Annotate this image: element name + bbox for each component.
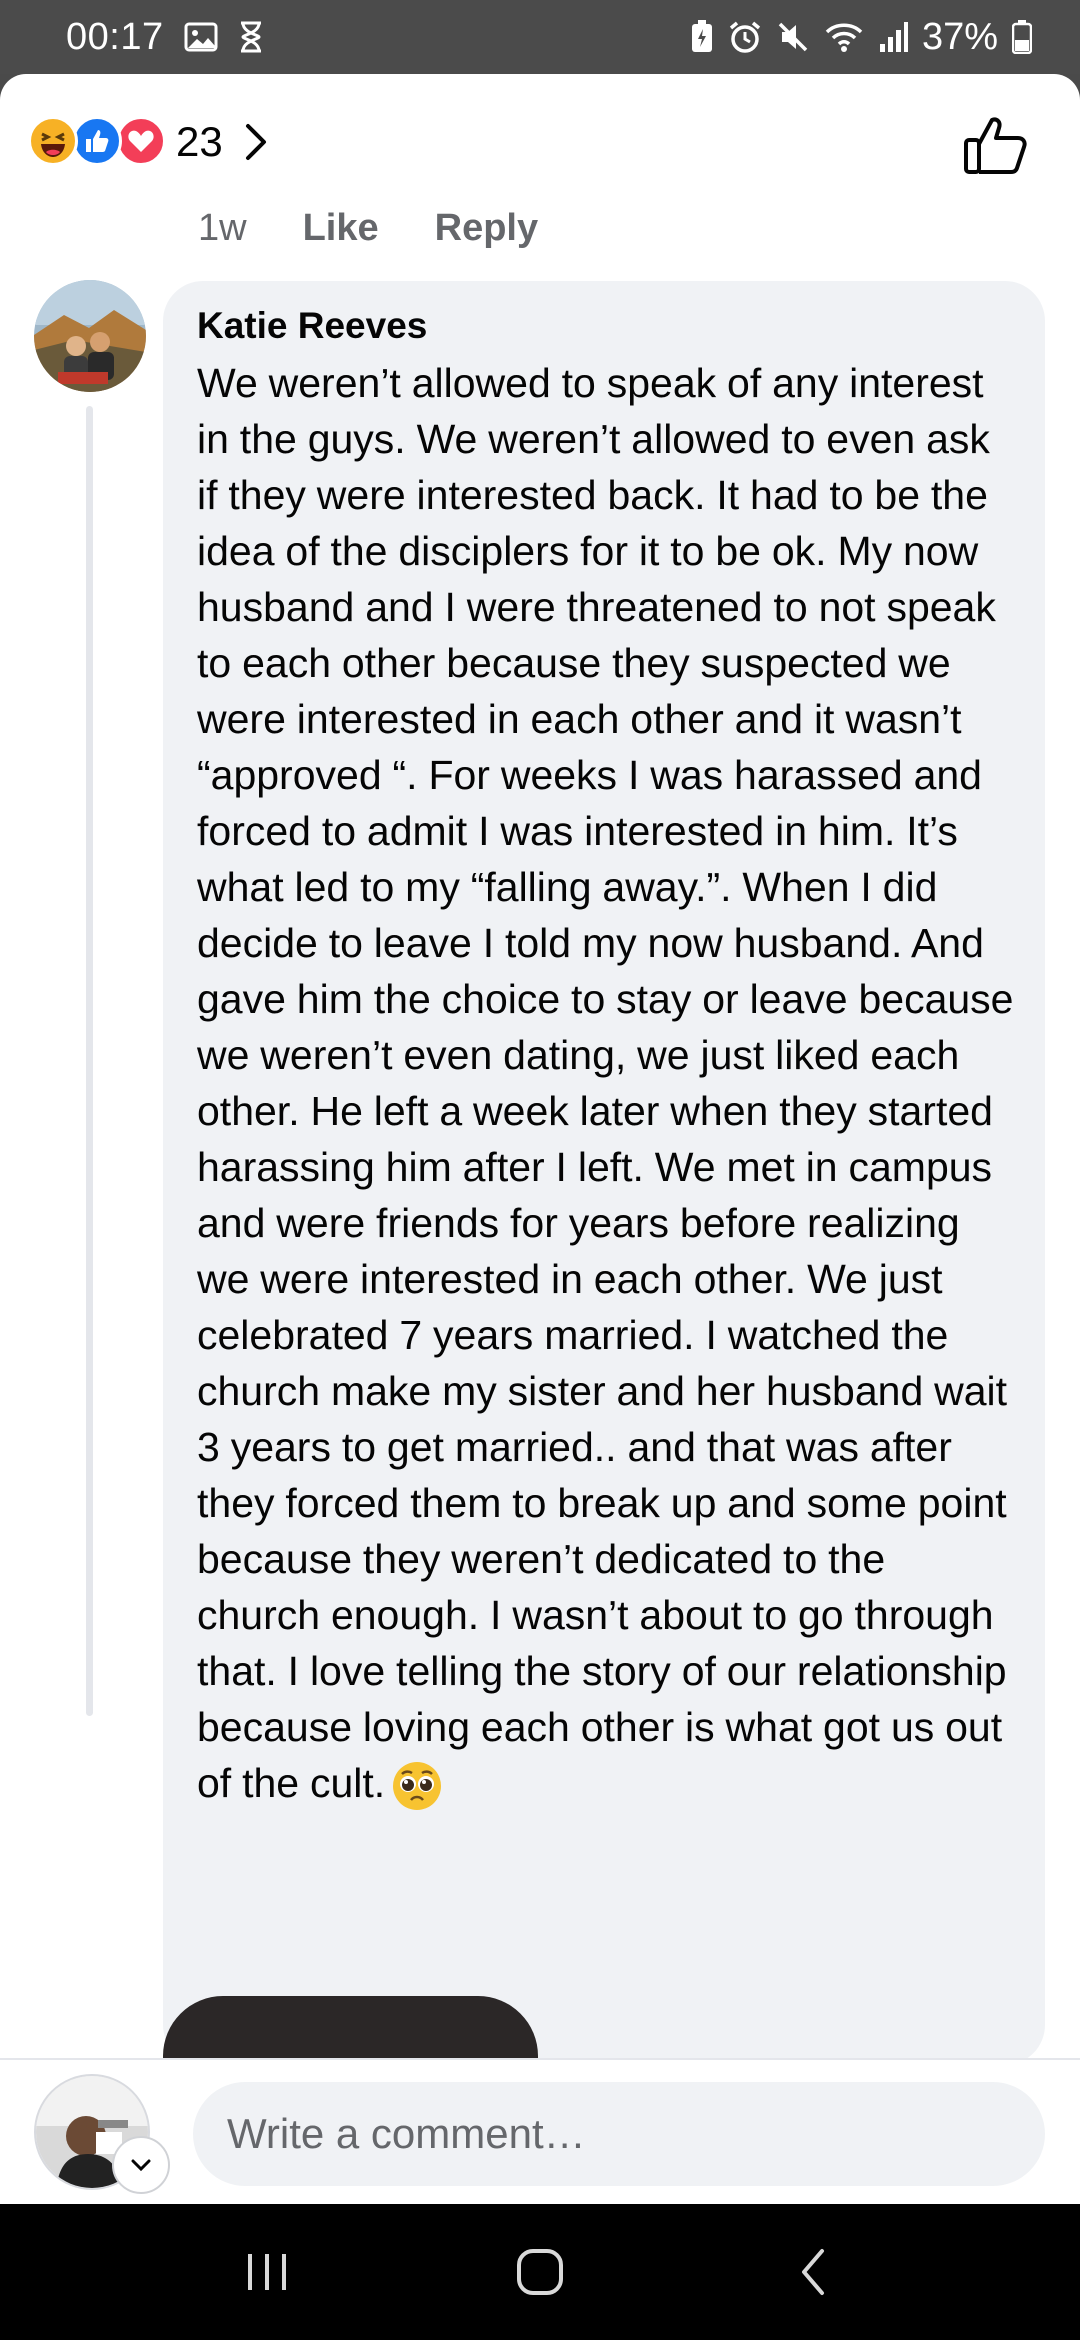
- account-switcher-button[interactable]: [112, 2136, 170, 2194]
- avatar[interactable]: [34, 280, 146, 392]
- battery-icon: [1012, 20, 1032, 54]
- haha-reaction-icon: [28, 116, 78, 166]
- image-icon: [184, 22, 218, 52]
- battery-saver-icon: [690, 20, 714, 54]
- comment-timestamp: 1w: [198, 206, 247, 249]
- reaction-icons[interactable]: [28, 116, 166, 166]
- status-bar: 00:17 37%: [0, 0, 1080, 74]
- composer-avatar-wrap[interactable]: [34, 2074, 170, 2194]
- comment-input[interactable]: [193, 2082, 1045, 2186]
- recent-apps-icon: [247, 2254, 286, 2290]
- alarm-icon: [728, 20, 762, 54]
- like-post-button[interactable]: [962, 114, 1028, 181]
- comment-bubble[interactable]: Katie Reeves We weren’t allowed to speak…: [163, 281, 1045, 2065]
- like-comment-link[interactable]: Like: [303, 207, 379, 250]
- comment-body: We weren’t allowed to speak of any inter…: [197, 360, 1014, 1806]
- love-reaction-icon: [116, 116, 166, 166]
- comments-sheet: 23 1w Like Reply Katie Reeves We weren’t…: [0, 74, 1080, 2204]
- home-button[interactable]: [490, 2232, 590, 2312]
- comment-text: We weren’t allowed to speak of any inter…: [197, 355, 1015, 1812]
- comment-author[interactable]: Katie Reeves: [197, 303, 1015, 349]
- hourglass-icon: [238, 21, 264, 53]
- wifi-icon: [824, 21, 864, 53]
- reactions-header[interactable]: 23: [0, 74, 1080, 214]
- reaction-count[interactable]: 23: [176, 118, 223, 166]
- status-time: 00:17: [66, 15, 164, 58]
- parent-comment-actions: 1w Like Reply: [198, 198, 538, 258]
- battery-percentage: 37%: [921, 15, 998, 58]
- pleading-face-emoji-icon: [391, 1760, 443, 1812]
- signal-icon: [878, 20, 908, 54]
- like-reaction-icon: [72, 116, 122, 166]
- recent-apps-button[interactable]: [217, 2232, 317, 2312]
- reply-comment-link[interactable]: Reply: [435, 207, 538, 250]
- back-icon: [802, 2249, 825, 2295]
- home-icon: [516, 2249, 563, 2295]
- mute-icon: [776, 20, 810, 54]
- back-button[interactable]: [763, 2232, 863, 2312]
- thumbs-up-icon: [964, 117, 1027, 174]
- thread-line: [86, 406, 93, 1716]
- chevron-right-icon[interactable]: [244, 122, 268, 167]
- chevron-down-icon: [131, 2159, 151, 2172]
- navigation-bar: [0, 2204, 1080, 2340]
